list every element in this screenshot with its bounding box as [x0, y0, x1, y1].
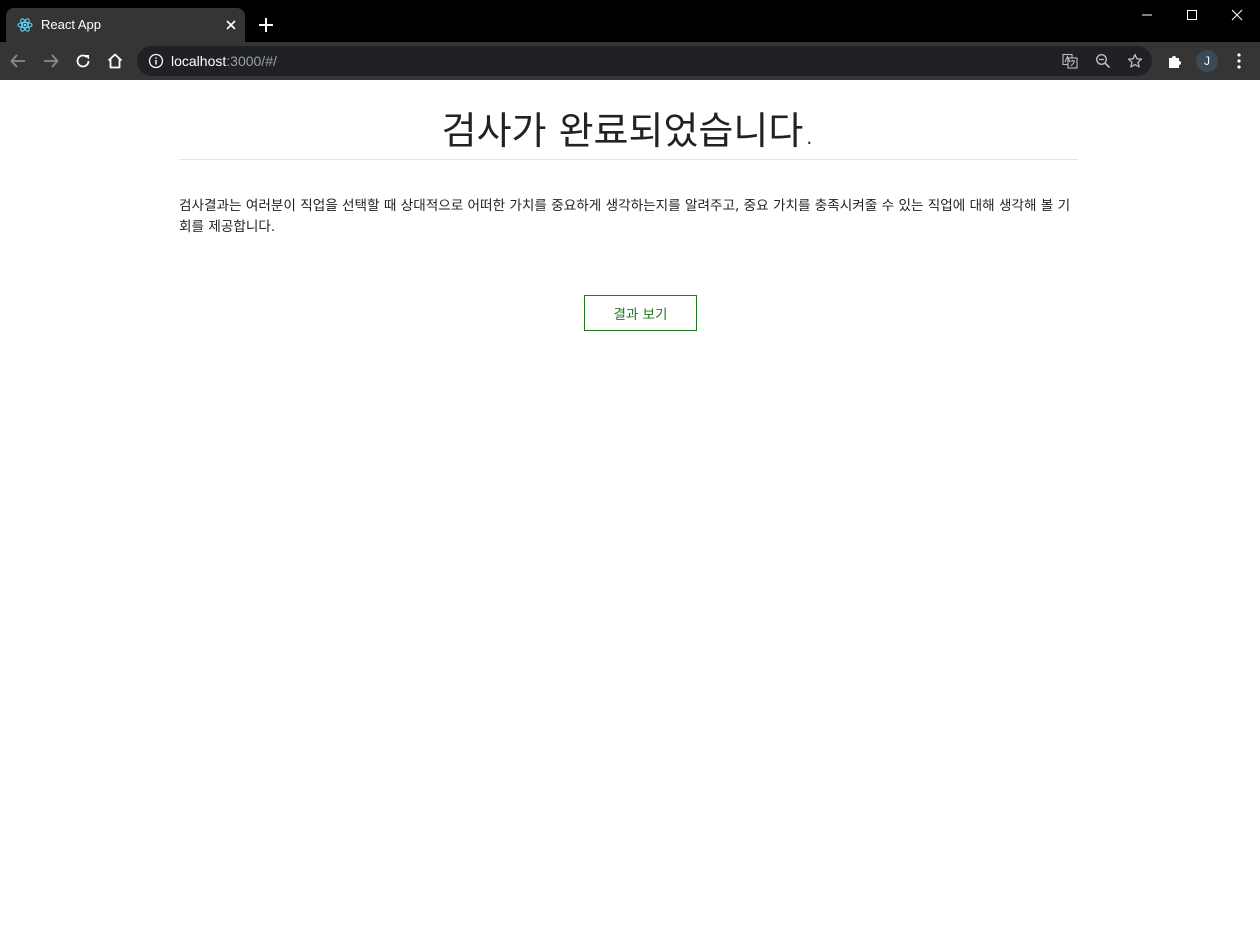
- browser-tab[interactable]: React App: [6, 8, 245, 42]
- site-info-icon[interactable]: [148, 53, 164, 69]
- home-icon: [107, 53, 123, 69]
- maximize-button[interactable]: [1169, 0, 1215, 30]
- profile-avatar[interactable]: J: [1196, 50, 1218, 72]
- arrow-right-icon: [44, 54, 59, 68]
- reload-icon: [76, 54, 90, 68]
- title-divider: [179, 159, 1078, 160]
- more-menu-icon[interactable]: [1231, 52, 1247, 70]
- close-icon: [1231, 9, 1243, 21]
- close-window-button[interactable]: [1214, 0, 1260, 30]
- tab-title: React App: [41, 17, 101, 32]
- page-viewport: 검사가 완료되었습니다. 검사결과는 여러분이 직업을 선택할 때 상대적으로 …: [0, 80, 1260, 927]
- result-description: 검사결과는 여러분이 직업을 선택할 때 상대적으로 어떠한 가치를 중요하게 …: [179, 198, 1071, 235]
- url-host: localhost: [171, 53, 227, 69]
- reload-button[interactable]: [73, 51, 93, 71]
- react-logo-icon: [17, 18, 33, 32]
- page-title: 검사가 완료되었습니다.: [441, 109, 816, 153]
- maximize-icon: [1187, 10, 1197, 20]
- arrow-left-icon: [10, 54, 25, 68]
- close-tab-icon[interactable]: [225, 19, 237, 31]
- bookmark-star-icon[interactable]: [1127, 53, 1143, 69]
- view-result-button[interactable]: 결과 보기: [584, 295, 697, 331]
- home-button[interactable]: [105, 51, 125, 71]
- minimize-button[interactable]: [1124, 0, 1170, 30]
- minimize-icon: [1142, 14, 1152, 16]
- profile-initial: J: [1204, 54, 1210, 68]
- url-path: :3000/#/: [226, 53, 277, 69]
- forward-button[interactable]: [41, 51, 61, 71]
- url-text[interactable]: localhost:3000/#/: [171, 53, 277, 69]
- address-bar[interactable]: localhost:3000/#/: [137, 46, 1152, 76]
- browser-toolbar: localhost:3000/#/ J: [0, 42, 1260, 80]
- zoom-out-icon[interactable]: [1095, 53, 1111, 69]
- back-button[interactable]: [8, 51, 28, 71]
- extensions-puzzle-icon[interactable]: [1166, 52, 1184, 70]
- new-tab-icon[interactable]: [258, 17, 274, 33]
- translate-icon[interactable]: [1062, 53, 1078, 69]
- browser-titlebar: React App: [0, 0, 1260, 42]
